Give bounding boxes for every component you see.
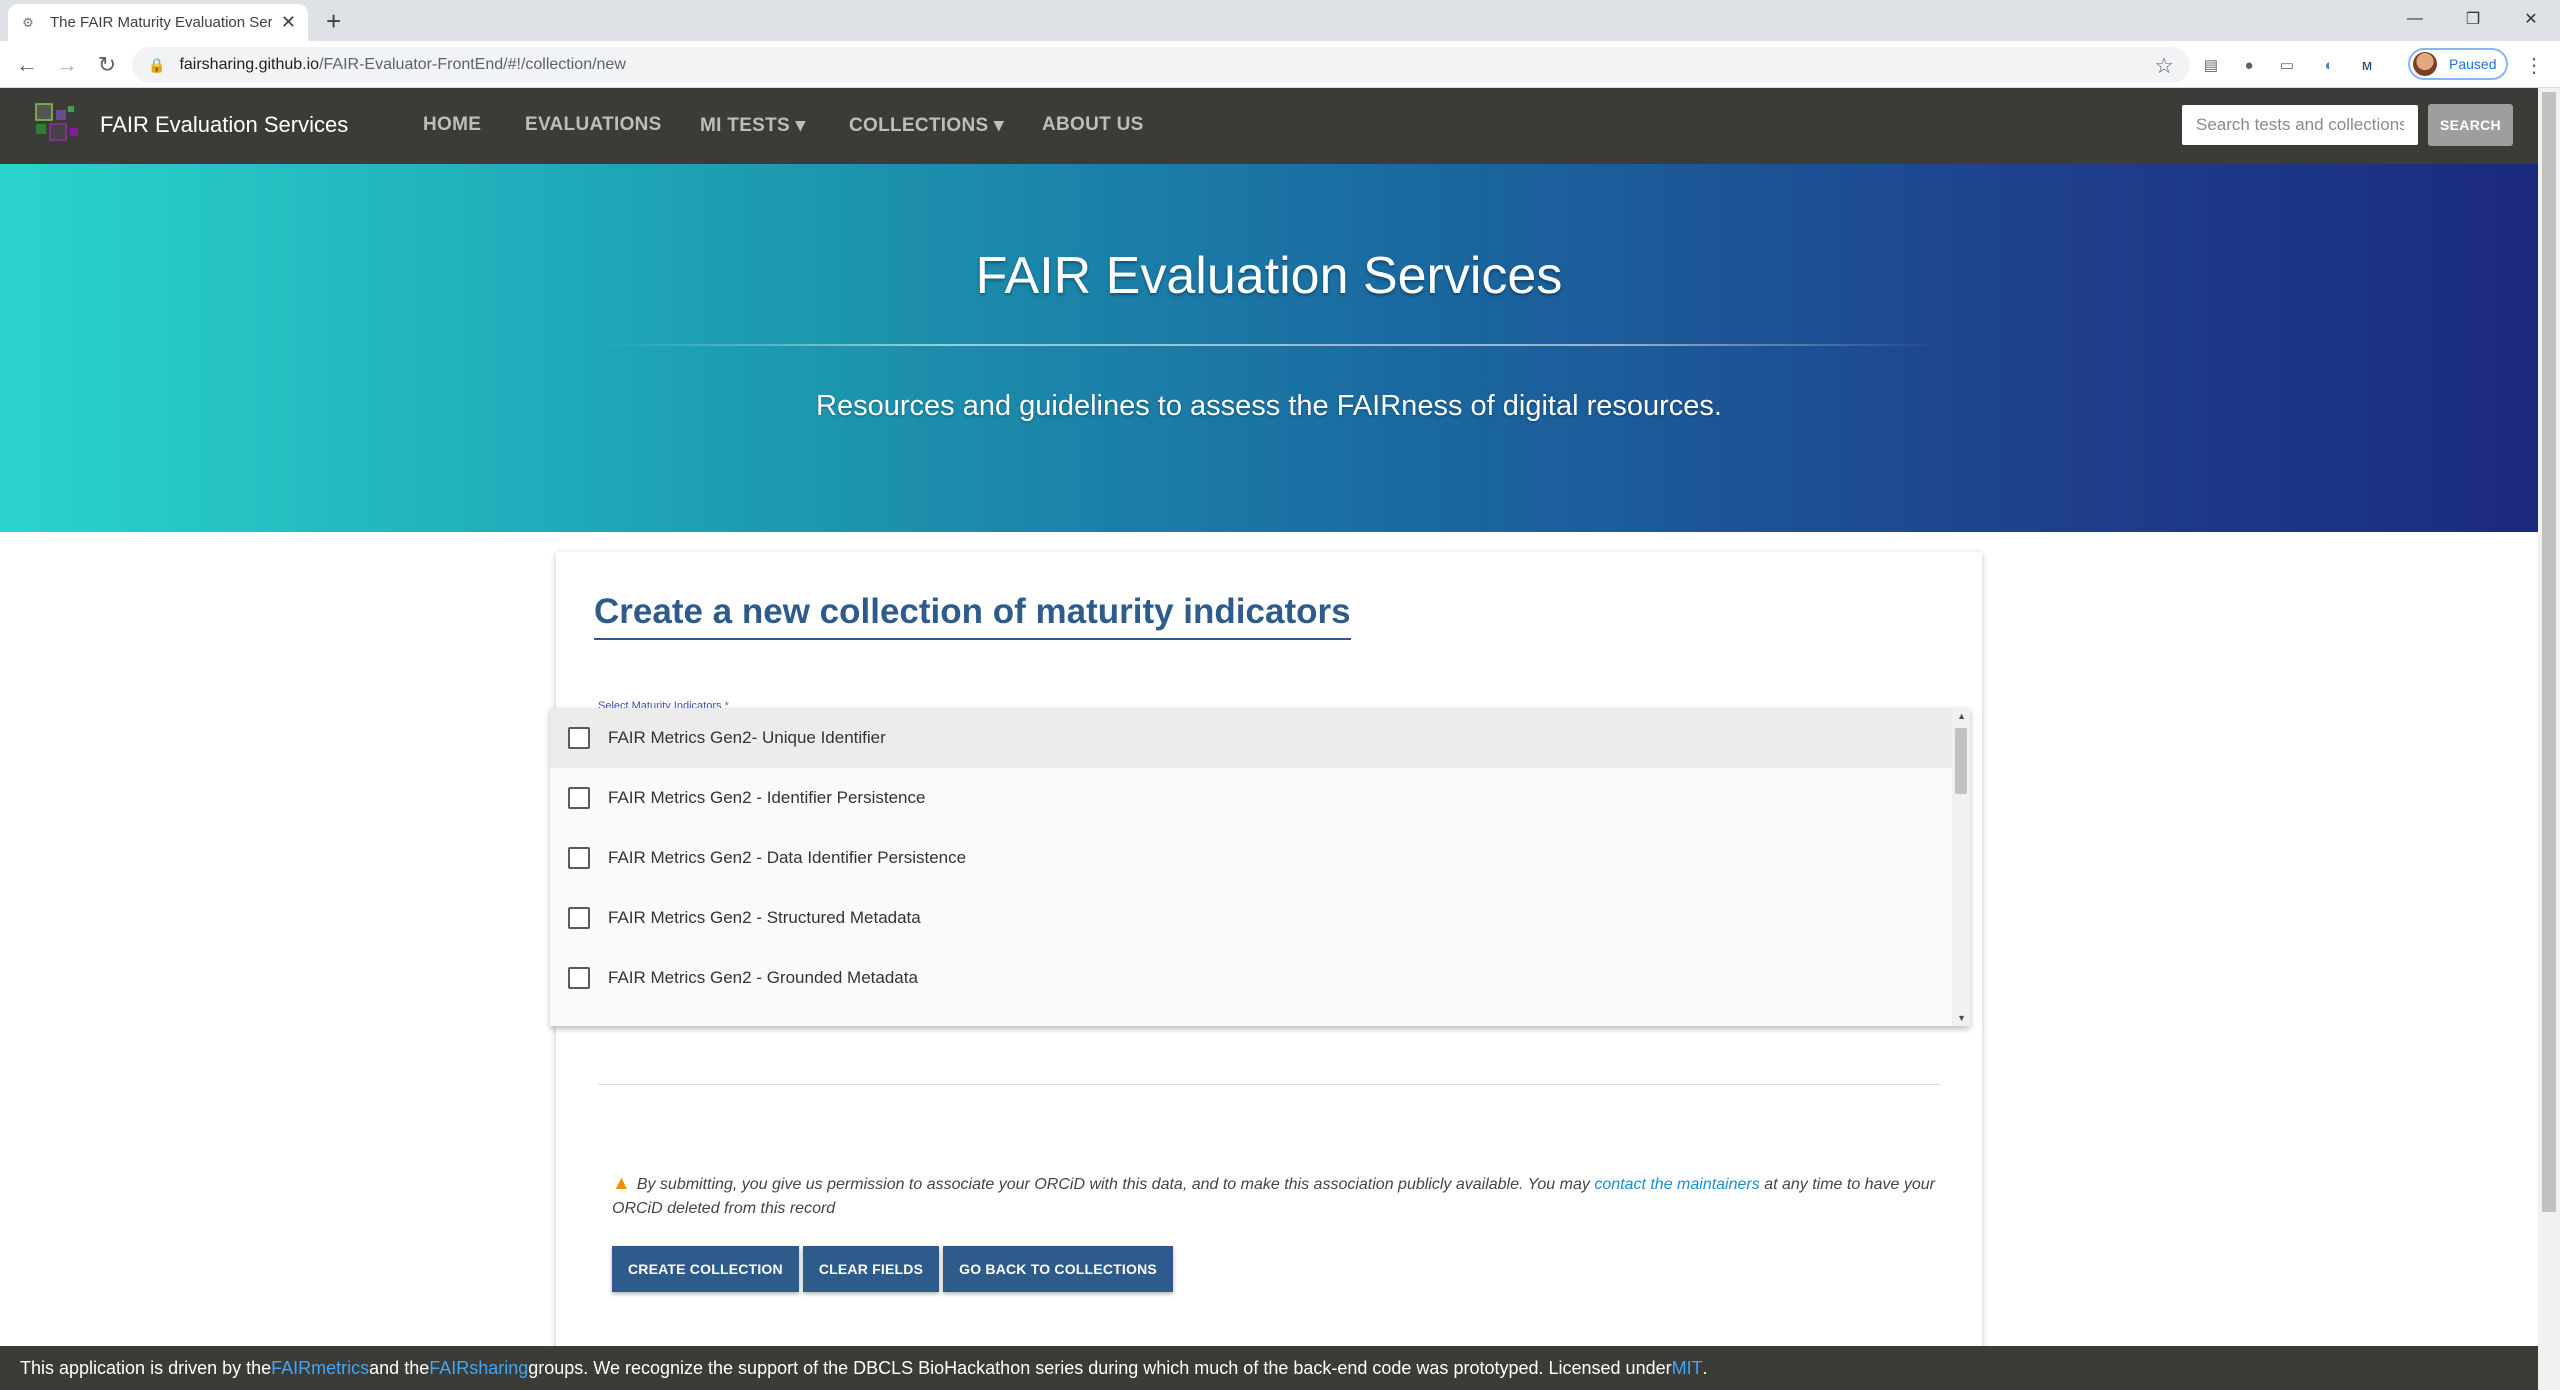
create-collection-button[interactable]: CREATE COLLECTION	[612, 1246, 799, 1292]
forward-icon[interactable]: →	[52, 50, 82, 80]
list-item[interactable]: FAIR Metrics Gen2 - Identifier Persisten…	[550, 768, 1952, 828]
page-scroll-thumb[interactable]	[2542, 92, 2556, 1212]
lock-icon: 🔒	[148, 56, 166, 73]
browser-tab-bar: ⚙ The FAIR Maturity Evaluation Ser ✕ + —…	[0, 0, 2560, 41]
bookmark-star-icon[interactable]: ☆	[2154, 53, 2174, 79]
site-search-input[interactable]	[2182, 105, 2418, 145]
maturity-indicator-list[interactable]: FAIR Metrics Gen2- Unique Identifier FAI…	[550, 708, 1970, 1026]
list-item[interactable]: FAIR Metrics Gen2 - Data Identifier Pers…	[550, 828, 1952, 888]
page-title: Create a new collection of maturity indi…	[594, 592, 1351, 640]
go-back-button[interactable]: GO BACK TO COLLECTIONS	[943, 1246, 1173, 1292]
site-search-button[interactable]: SEARCH	[2428, 104, 2513, 146]
warning-icon: ▲	[612, 1173, 631, 1194]
list-item[interactable]: FAIR Metrics Gen2 - Structured Metadata	[550, 888, 1952, 948]
hero-subtitle: Resources and guidelines to assess the F…	[816, 390, 1722, 422]
checkbox[interactable]	[568, 907, 590, 929]
back-icon[interactable]: ←	[12, 50, 42, 80]
browser-tab[interactable]: ⚙ The FAIR Maturity Evaluation Ser ✕	[8, 4, 308, 41]
clear-fields-button[interactable]: CLEAR FIELDS	[802, 1246, 940, 1292]
restore-icon[interactable]: ❐	[2444, 0, 2502, 38]
hero-banner: FAIR Evaluation Services Resources and g…	[0, 164, 2538, 532]
scroll-up-icon[interactable]: ▲	[1957, 711, 1966, 721]
checkbox[interactable]	[568, 967, 590, 989]
favicon-icon: ⚙	[22, 14, 34, 30]
minimize-icon[interactable]: —	[2386, 0, 2444, 38]
form-divider	[598, 1084, 1940, 1085]
list-scroll-thumb[interactable]	[1955, 728, 1967, 794]
list-item[interactable]: FAIR Metrics Gen2- Unique Identifier	[550, 708, 1952, 768]
checkbox[interactable]	[568, 847, 590, 869]
avatar	[2413, 52, 2437, 76]
checkbox[interactable]	[568, 727, 590, 749]
browser-toolbar: ← → ↻ 🔒 fairsharing.github.io/FAIR-Evalu…	[0, 41, 2560, 88]
fairmetrics-link[interactable]: FAIRmetrics	[271, 1358, 369, 1379]
nav-home[interactable]: HOME	[423, 114, 481, 136]
fair-logo-icon[interactable]	[32, 100, 84, 146]
nav-about-us[interactable]: ABOUT US	[1042, 114, 1144, 136]
window-close-icon[interactable]: ✕	[2502, 0, 2560, 38]
site-navbar: FAIR Evaluation Services HOME EVALUATION…	[0, 88, 2538, 164]
new-tab-button[interactable]: +	[326, 4, 341, 38]
extension-doc-icon[interactable]: ▤	[2200, 54, 2222, 76]
checkbox[interactable]	[568, 787, 590, 809]
nav-collections[interactable]: COLLECTIONS ▾	[849, 114, 1004, 137]
extension-m-icon[interactable]: м	[2356, 54, 2378, 76]
hero-divider	[600, 344, 1940, 346]
reload-icon[interactable]: ↻	[92, 50, 122, 80]
form-actions: CREATE COLLECTION CLEAR FIELDS GO BACK T…	[612, 1246, 1173, 1292]
nav-evaluations[interactable]: EVALUATIONS	[525, 114, 662, 136]
scroll-down-icon[interactable]: ▼	[1957, 1013, 1966, 1023]
nav-mi-tests[interactable]: MI TESTS ▾	[700, 114, 805, 137]
extension-globe-icon[interactable]: ◐	[2318, 54, 2340, 76]
hero-title: FAIR Evaluation Services	[975, 247, 1563, 305]
address-bar[interactable]: 🔒 fairsharing.github.io/FAIR-Evaluator-F…	[132, 47, 2190, 83]
site-footer: This application is driven by the FAIRme…	[0, 1346, 2538, 1390]
mit-license-link[interactable]: MIT	[1672, 1358, 1703, 1379]
extension-circle-icon[interactable]: ●	[2238, 54, 2260, 76]
close-tab-icon[interactable]: ✕	[281, 12, 296, 33]
list-item-partial[interactable]	[550, 1008, 1952, 1026]
list-item[interactable]: FAIR Metrics Gen2 - Grounded Metadata	[550, 948, 1952, 1008]
url-text: fairsharing.github.io/FAIR-Evaluator-Fro…	[179, 56, 626, 73]
profile-status: Paused	[2449, 56, 2497, 72]
fairsharing-link[interactable]: FAIRsharing	[429, 1358, 528, 1379]
contact-maintainers-link[interactable]: contact the maintainers	[1594, 1176, 1759, 1193]
browser-menu-icon[interactable]: ⋮	[2524, 53, 2544, 78]
site-brand[interactable]: FAIR Evaluation Services	[100, 112, 348, 138]
orcid-notice: ▲ By submitting, you give us permission t…	[612, 1173, 1935, 1217]
create-collection-card: Create a new collection of maturity indi…	[550, 552, 1982, 1352]
profile-button[interactable]: Paused	[2408, 48, 2508, 80]
extension-cast-icon[interactable]: ▭	[2276, 54, 2298, 76]
list-scrollbar[interactable]: ▲ ▼	[1952, 708, 1970, 1026]
page-scrollbar[interactable]	[2538, 88, 2560, 1390]
tab-title: The FAIR Maturity Evaluation Ser	[50, 14, 272, 31]
